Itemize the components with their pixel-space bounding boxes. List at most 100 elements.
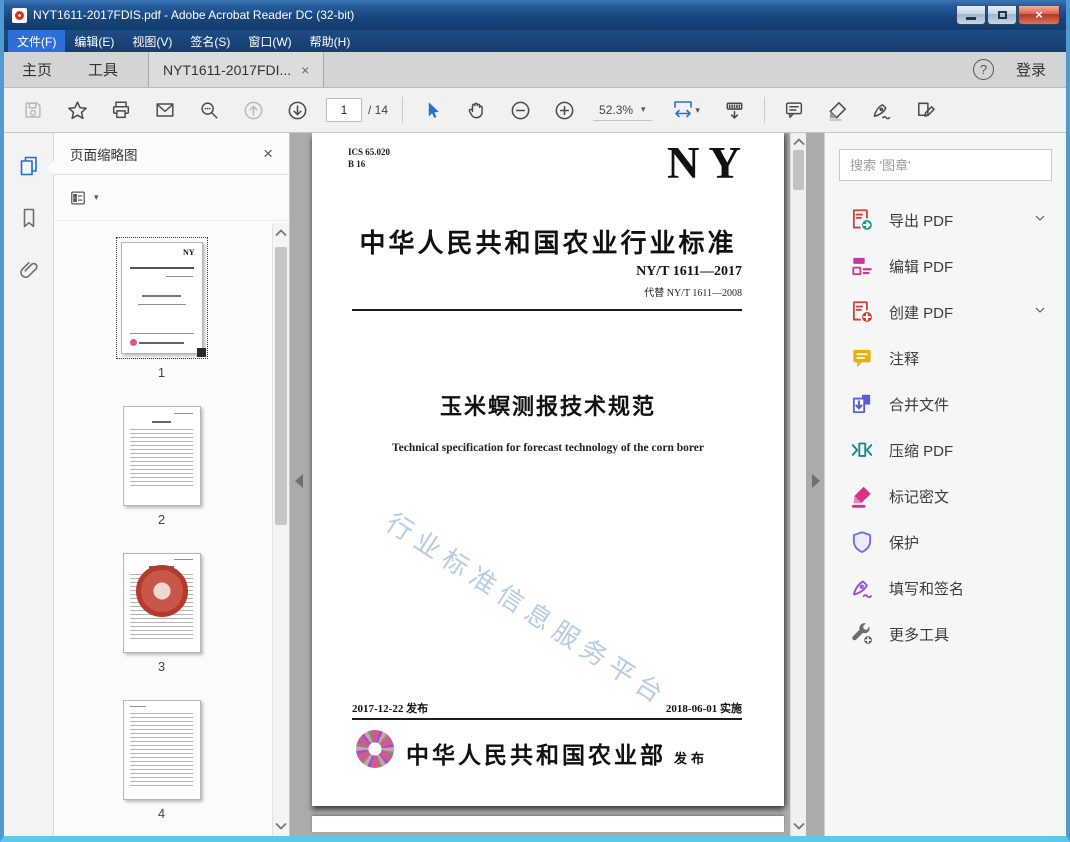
menu-sign[interactable]: 签名(S): [181, 30, 239, 52]
thumbnail-page-1[interactable]: NY 1: [115, 237, 208, 380]
scroll-down-icon[interactable]: [791, 818, 806, 834]
document-scroll-view: ICS 65.020 B 16 NY 中华人民共和国农业行业标准 NY/T 16…: [290, 133, 806, 836]
standard-number: NY/T 1611—2017: [636, 264, 742, 279]
scroll-mode-icon: [726, 102, 743, 119]
select-tool-button[interactable]: [417, 94, 447, 126]
page-thumbnails-tab[interactable]: [16, 153, 42, 179]
fit-width-button[interactable]: ▾: [666, 94, 706, 126]
bookmark-icon: [23, 208, 34, 228]
fill-sign-icon: [873, 103, 891, 119]
current-page-input[interactable]: [326, 98, 362, 122]
page-up-icon: [244, 101, 262, 119]
chevron-down-icon: ▾: [641, 104, 646, 114]
minimize-button[interactable]: [956, 5, 986, 25]
tool-compress-pdf[interactable]: 压缩 PDF: [825, 427, 1066, 473]
email-button[interactable]: [150, 94, 180, 126]
more-tools-button[interactable]: [911, 94, 941, 126]
pdf-page-2-partial[interactable]: [312, 816, 784, 832]
scrollbar-thumb[interactable]: [275, 247, 287, 525]
arrow-left-icon: [295, 474, 303, 489]
menu-view[interactable]: 视图(V): [123, 30, 181, 52]
chevron-down-icon[interactable]: [1032, 210, 1048, 230]
search-button[interactable]: [194, 94, 224, 126]
menu-help[interactable]: 帮助(H): [301, 30, 360, 52]
maximize-button[interactable]: [987, 5, 1017, 25]
tools-search-box[interactable]: [839, 149, 1052, 181]
print-icon: [112, 101, 130, 119]
document-area[interactable]: ICS 65.020 B 16 NY 中华人民共和国农业行业标准 NY/T 16…: [290, 133, 824, 836]
fill-sign-button[interactable]: [867, 94, 897, 126]
tool-more-tools[interactable]: 更多工具: [825, 611, 1066, 657]
zoom-level-dropdown[interactable]: 52.3% ▾: [593, 100, 652, 121]
favorites-button[interactable]: [62, 94, 92, 126]
save-icon: [25, 102, 41, 118]
previous-page-arrow[interactable]: [292, 470, 306, 492]
thumbnails-scrollbar[interactable]: [272, 223, 289, 836]
thumbnail-number: 2: [157, 512, 166, 527]
scroll-up-icon[interactable]: [791, 134, 806, 150]
comment-button[interactable]: [779, 94, 809, 126]
save-button[interactable]: [18, 94, 48, 126]
zoom-out-button[interactable]: [505, 94, 535, 126]
menu-file[interactable]: 文件(F): [8, 30, 66, 52]
tab-bar: 主页 工具 NYT1611-2017FDI... × ? 登录: [4, 52, 1066, 88]
tool-protect[interactable]: 保护: [825, 519, 1066, 565]
combine-files-icon: [849, 391, 875, 417]
tools-search-input[interactable]: [840, 157, 1051, 173]
thumbnail-selection: NY: [115, 237, 208, 359]
bookmarks-tab[interactable]: [16, 205, 42, 231]
tool-create-pdf[interactable]: 创建 PDF: [825, 289, 1066, 335]
comment-tool-icon: [849, 345, 875, 371]
tool-combine-files[interactable]: 合并文件: [825, 381, 1066, 427]
thumbnail-page-3[interactable]: 3: [122, 553, 201, 674]
document-tab-label: NYT1611-2017FDI...: [163, 61, 292, 78]
document-scrollbar[interactable]: [790, 133, 806, 836]
tab-tools[interactable]: 工具: [70, 52, 136, 87]
tool-comment[interactable]: 注释: [825, 335, 1066, 381]
thumbnail-number: 3: [157, 659, 166, 674]
zoom-in-button[interactable]: [549, 94, 579, 126]
tool-edit-pdf[interactable]: 编辑 PDF: [825, 243, 1066, 289]
publisher-line: 中华人民共和国农业部 发布: [406, 736, 708, 770]
selection-handle[interactable]: [196, 348, 206, 357]
title-bar[interactable]: NYT1611-2017FDIS.pdf - Adobe Acrobat Rea…: [4, 0, 1066, 30]
panel-close-icon[interactable]: ×: [263, 144, 273, 164]
thumbnail-page-4[interactable]: 4: [122, 700, 201, 821]
more-tools-wrench-icon: [849, 621, 875, 647]
pages-icon: [20, 156, 37, 176]
menu-edit[interactable]: 编辑(E): [65, 30, 123, 52]
tab-home[interactable]: 主页: [4, 52, 70, 87]
hand-tool-button[interactable]: [461, 94, 491, 126]
chevron-down-icon[interactable]: [1032, 302, 1048, 322]
tab-document[interactable]: NYT1611-2017FDI... ×: [148, 52, 325, 87]
previous-page-button[interactable]: [238, 94, 268, 126]
close-icon: ×: [1035, 7, 1043, 22]
scrollbar-thumb[interactable]: [793, 150, 804, 190]
ministry-seal: [356, 730, 394, 768]
thumbnail-page-2[interactable]: 2: [122, 406, 201, 527]
tool-label: 标记密文: [889, 488, 950, 506]
close-button[interactable]: ×: [1018, 5, 1060, 25]
tool-label: 合并文件: [889, 396, 950, 414]
scroll-up-icon[interactable]: [273, 225, 289, 241]
mini-ny-logo: NY: [182, 248, 195, 257]
tabbar-right: ? 登录: [972, 52, 1066, 87]
tool-export-pdf[interactable]: 导出 PDF: [825, 197, 1066, 243]
tool-redact[interactable]: 标记密文: [825, 473, 1066, 519]
chevron-down-icon: ▾: [695, 104, 700, 115]
print-button[interactable]: [106, 94, 136, 126]
page-count-label: / 14: [368, 103, 389, 117]
thumbnails-options-button[interactable]: ▾: [54, 175, 289, 221]
sign-in-button[interactable]: 登录: [1016, 59, 1046, 80]
menu-window[interactable]: 窗口(W): [239, 30, 300, 52]
help-icon[interactable]: ?: [972, 59, 994, 80]
next-page-button[interactable]: [282, 94, 312, 126]
page-display-button[interactable]: [720, 94, 750, 126]
tab-close-icon[interactable]: ×: [301, 62, 309, 78]
attachments-tab[interactable]: [16, 257, 42, 283]
next-page-arrow[interactable]: [809, 470, 823, 492]
scroll-down-icon[interactable]: [273, 818, 289, 834]
tool-fill-sign[interactable]: 填写和签名: [825, 565, 1066, 611]
highlight-button[interactable]: [823, 94, 853, 126]
pdf-page-1[interactable]: ICS 65.020 B 16 NY 中华人民共和国农业行业标准 NY/T 16…: [312, 133, 784, 806]
